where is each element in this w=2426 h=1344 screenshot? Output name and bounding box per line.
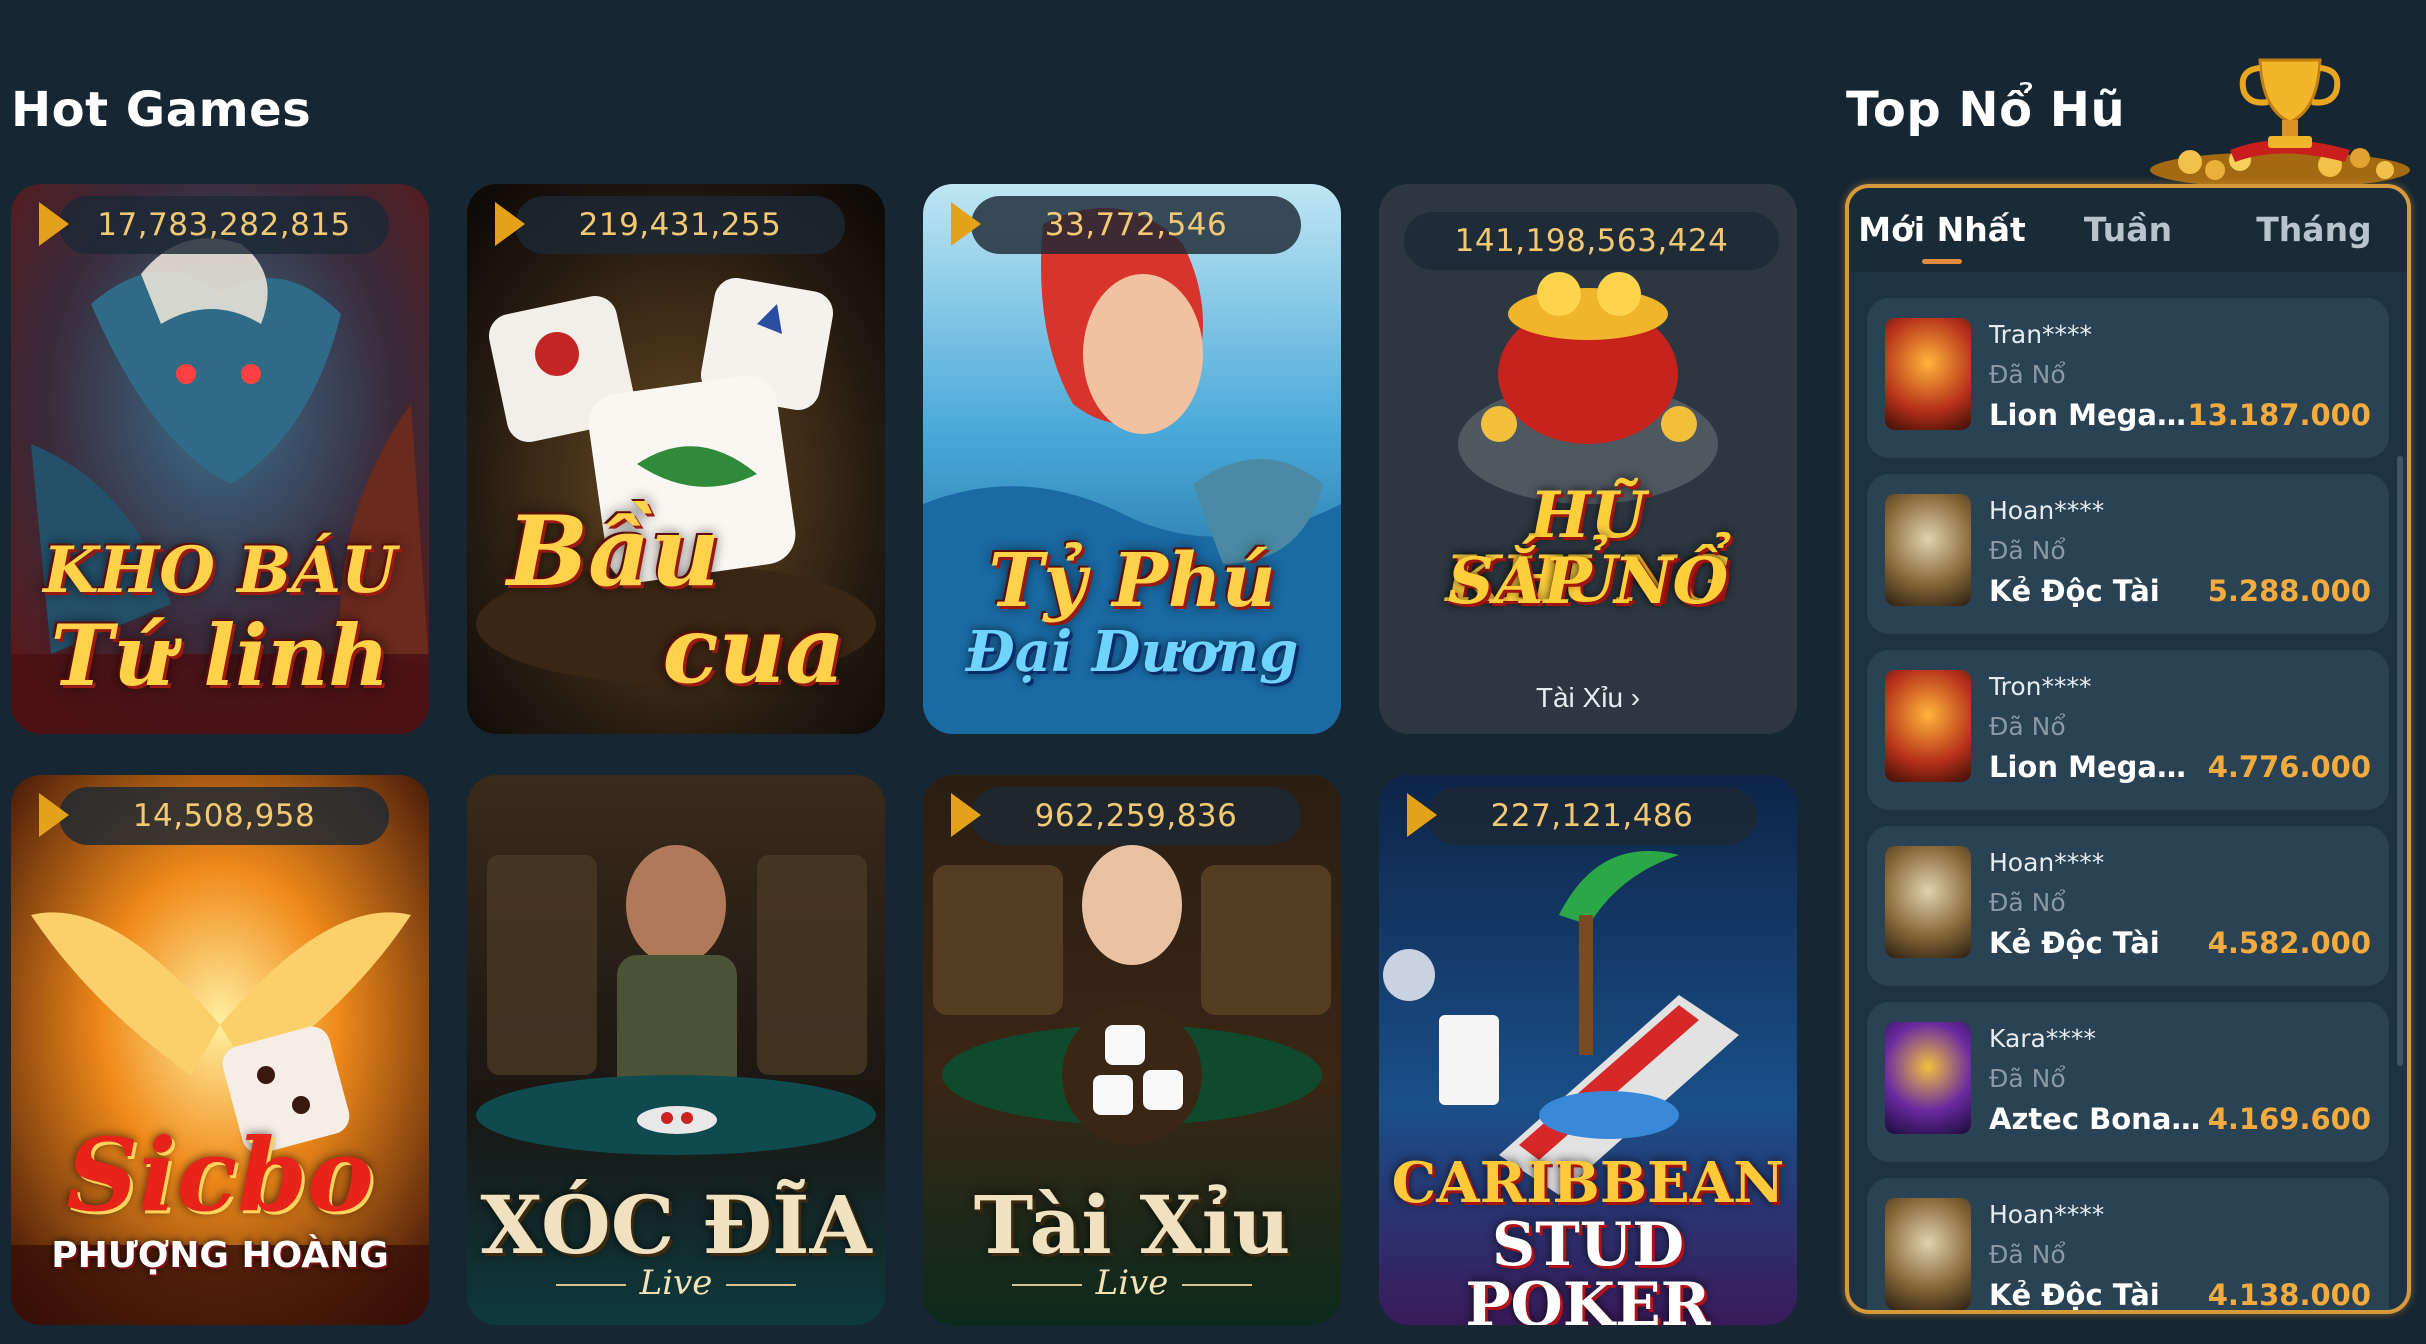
winner-username: Tran**** [1989, 320, 2093, 349]
jackpot-flag-icon [1407, 793, 1437, 837]
jackpot-flag-icon [39, 202, 69, 246]
jackpot-counter: 962,259,836 [971, 787, 1301, 845]
winner-amount: 5.288.000 [2207, 574, 2371, 608]
list-item[interactable]: Hoan**** Đã Nổ Kẻ Độc Tài 5.288.000 [1867, 474, 2389, 634]
game-card-xoc-dia-live[interactable]: XÓC ĐĨA Live [467, 775, 885, 1325]
winner-status: Đã Nổ [1989, 360, 2066, 389]
ke-doc-tai-icon [1885, 1198, 1971, 1310]
ke-doc-tai-icon [1885, 846, 1971, 958]
game-title-line1: Bầu [507, 495, 721, 608]
tab-moi-nhat[interactable]: Mới Nhất [1849, 188, 2035, 272]
winners-list[interactable]: Tran**** Đã Nổ Lion Megawa... 13.187.000… [1867, 298, 2389, 1310]
jackpot-counter: 219,431,255 [515, 196, 845, 254]
winner-game: Kẻ Độc Tài [1989, 926, 2160, 960]
list-item[interactable]: Hoan**** Đã Nổ Kẻ Độc Tài 4.582.000 [1867, 826, 2389, 986]
winner-game: Lion Megawa... [1989, 398, 2204, 432]
top-no-hu-title: Top Nổ Hũ [1846, 82, 2126, 138]
game-title-line2: Tứ linh [50, 606, 390, 705]
winner-status: Đã Nổ [1989, 1240, 2066, 1269]
game-title-line2: Đại Dương [965, 619, 1299, 685]
game-card-tai-xiu-live[interactable]: 962,259,836 Tài Xỉu Live [923, 775, 1341, 1325]
game-title-line1: XÓC ĐĨA [480, 1178, 872, 1272]
live-label: Live [1095, 1263, 1169, 1303]
jackpot-counter: 141,198,563,424 [1404, 212, 1779, 270]
winner-status: Đã Nổ [1989, 536, 2066, 565]
live-tag: Live [467, 1263, 885, 1303]
trophy-icon [2150, 58, 2410, 188]
winner-username: Kara**** [1989, 1024, 2096, 1053]
aztec-bonanza-icon [1885, 1022, 1971, 1134]
tab-tuan[interactable]: Tuần [2035, 188, 2221, 272]
winner-status: Đã Nổ [1989, 1064, 2066, 1093]
winner-username: Hoan**** [1989, 848, 2105, 877]
list-item[interactable]: Tran**** Đã Nổ Lion Megawa... 13.187.000 [1867, 298, 2389, 458]
game-card-bau-cua[interactable]: 219,431,255 Bầu cua [467, 184, 885, 734]
jackpot-counter: 14,508,958 [59, 787, 389, 845]
jackpot-flag-icon [39, 793, 69, 837]
winner-status: Đã Nổ [1989, 712, 2066, 741]
winner-amount: 4.582.000 [2207, 926, 2371, 960]
game-title-line1: CARIBBEAN [1391, 1150, 1785, 1216]
winner-username: Hoan**** [1989, 496, 2105, 525]
jackpot-counter: 227,121,486 [1427, 787, 1757, 845]
game-title-line2: STUD POKER [1465, 1210, 1711, 1325]
hot-games-title: Hot Games [11, 82, 312, 138]
jackpot-counter: 17,783,282,815 [59, 196, 389, 254]
game-title-line1: KHO BÁU [43, 533, 397, 608]
jackpot-counter: 33,772,546 [971, 196, 1301, 254]
jackpot-flag-icon [951, 793, 981, 837]
tai-xiu-link[interactable]: Tài Xỉu › [1379, 682, 1797, 714]
game-title-line2: cua [662, 596, 845, 704]
jackpot-flag-icon [951, 202, 981, 246]
lion-megaways-icon [1885, 318, 1971, 430]
winner-game: Kẻ Độc Tài [1989, 574, 2160, 608]
game-card-hu-khung-sap-no[interactable]: 141,198,563,424 HŨ KHỦNG SẮP NỔ Tài Xỉu … [1379, 184, 1797, 734]
winner-amount: 13.187.000 [2187, 398, 2371, 432]
game-card-sicbo-phuong-hoang[interactable]: 14,508,958 Sicbo PHƯỢNG HOÀNG [11, 775, 429, 1325]
winner-amount: 4.169.600 [2207, 1102, 2371, 1136]
tabs-bar: Mới Nhất Tuần Tháng [1849, 188, 2407, 272]
ke-doc-tai-icon [1885, 494, 1971, 606]
game-title-line2: SẮP NỔ [1447, 544, 1729, 619]
top-no-hu-panel: Mới Nhất Tuần Tháng Tran**** Đã Nổ Lion … [1845, 184, 2411, 1314]
jackpot-flag-icon [495, 202, 525, 246]
game-title-line1: Tỷ Phú [988, 538, 1276, 624]
lion-megaways-icon [1885, 670, 1971, 782]
live-label: Live [639, 1263, 713, 1303]
live-tag: Live [923, 1263, 1341, 1303]
winner-username: Hoan**** [1989, 1200, 2105, 1229]
game-title-line1: Sicbo [66, 1116, 374, 1234]
list-item[interactable]: Tron**** Đã Nổ Lion Megaways 4.776.000 [1867, 650, 2389, 810]
game-title-line1: Tài Xỉu [973, 1178, 1291, 1272]
tab-thang[interactable]: Tháng [2221, 188, 2407, 272]
list-item[interactable]: Hoan**** Đã Nổ Kẻ Độc Tài 4.138.000 [1867, 1178, 2389, 1310]
list-item[interactable]: Kara**** Đã Nổ Aztec Bonanza 4.169.600 [1867, 1002, 2389, 1162]
winner-game: Kẻ Độc Tài [1989, 1278, 2160, 1310]
winner-amount: 4.776.000 [2207, 750, 2371, 784]
winner-amount: 4.138.000 [2207, 1278, 2371, 1310]
game-card-caribbean-stud-poker[interactable]: 227,121,486 CARIBBEAN STUD POKER [1379, 775, 1797, 1325]
winner-username: Tron**** [1989, 672, 2092, 701]
winner-game: Aztec Bonanza [1989, 1102, 2204, 1136]
winners-scrollbar[interactable] [2397, 456, 2403, 1066]
winner-game: Lion Megaways [1989, 750, 2204, 784]
game-card-ty-phu-dai-duong[interactable]: 33,772,546 Tỷ Phú Đại Dương [923, 184, 1341, 734]
winner-status: Đã Nổ [1989, 888, 2066, 917]
game-title-line2: PHƯỢNG HOÀNG [51, 1235, 389, 1276]
game-card-kho-bau-tu-linh[interactable]: 17,783,282,815 KHO BÁU Tứ linh [11, 184, 429, 734]
